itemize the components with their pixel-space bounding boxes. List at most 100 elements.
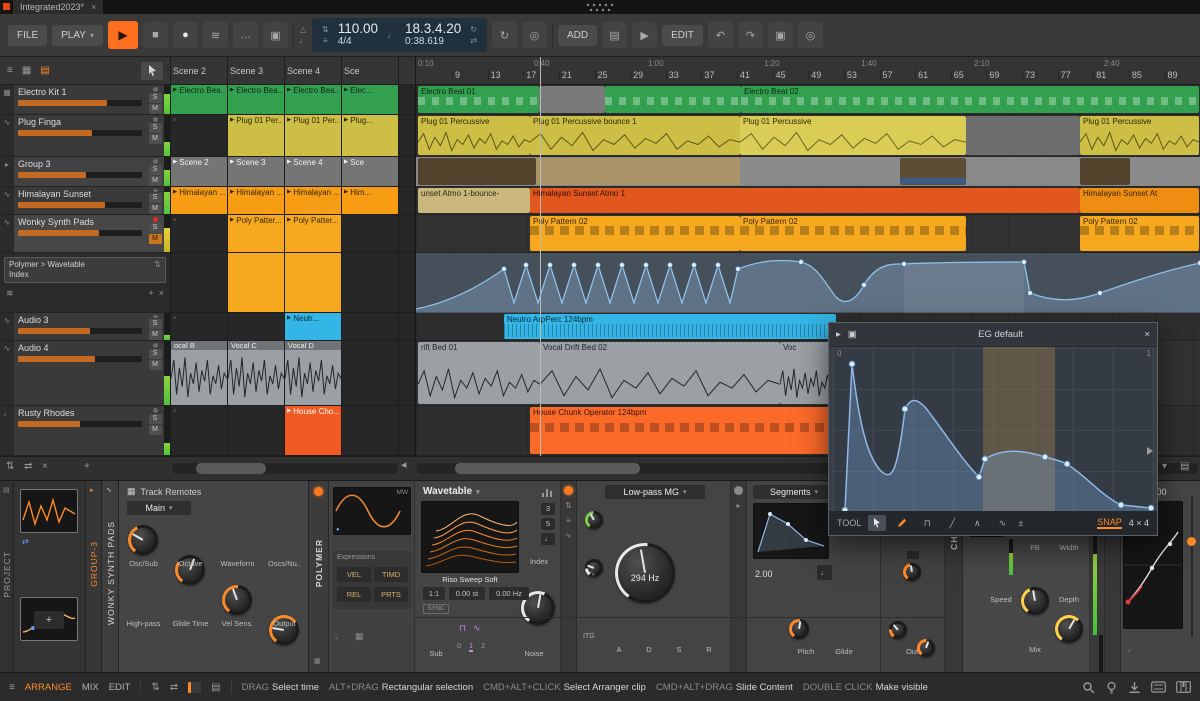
mute-button[interactable]: M [148,234,162,244]
arranger-clip[interactable]: Plug 01 Percussive [418,116,530,155]
clip-slot[interactable]: ▶ Elec... [342,85,399,114]
list-view-icon[interactable]: ▤ [40,65,49,76]
clip-slot-empty[interactable] [342,313,399,340]
stop-slot-icon[interactable]: ■ [173,407,176,415]
clip-slot[interactable]: ▶ House Cho... [285,406,342,455]
arranger-clip[interactable]: Poly Pattern 02 [740,216,966,251]
file-menu-button[interactable]: FILE [8,24,48,46]
hz-value[interactable]: 0.00 Hz [489,587,529,600]
precount-icon[interactable]: ♩ [299,36,307,45]
track-row[interactable]: ▦ Electro Kit 1 S M [0,85,170,115]
grid-icon[interactable]: ▦ [355,631,364,642]
clip-slot[interactable]: ▶ Poly Patter... [228,215,285,252]
clip-slot-empty[interactable] [171,253,228,312]
scroll-follow-icon[interactable]: ⇅ [6,461,14,472]
playhead[interactable] [540,57,541,456]
timeline-ruler[interactable]: 0:10 0:40 1:00 1:20 1:40 2:10 2:40 9 13 17… [416,57,1200,85]
track-name[interactable]: Rusty Rhodes [18,408,142,418]
automation-mode-icon[interactable]: ≋ [6,288,14,299]
project-tab[interactable]: Integrated2023* × [13,0,104,14]
activity-dot[interactable] [152,408,158,413]
arranger-clip[interactable]: Himalayan Sunset Atmo 1 [530,188,1080,213]
dial-mode-button[interactable]: ◎ [797,22,823,48]
arranger-clip-muted[interactable] [539,86,605,113]
stop-slot-icon[interactable]: ■ [173,216,176,224]
solo-button[interactable]: S [148,193,162,203]
clip-play-icon[interactable]: ▶ [287,188,291,197]
drive-knob[interactable] [585,511,603,529]
activity-dot[interactable] [152,315,158,318]
clip-slot-empty[interactable]: ■ [171,406,228,455]
track-volume-slider[interactable] [18,230,142,236]
fb-knob[interactable] [1021,587,1049,615]
automation-param-line1[interactable]: Polymer > Wavetable [9,260,85,270]
expression-timd[interactable]: TIMD [374,567,408,582]
group-strip[interactable]: ▸ GROUP-3 [86,481,102,672]
track-row[interactable]: ∿ Audio 3 S M [0,313,170,341]
track-row[interactable]: ∿ Audio 4 S M [0,341,170,406]
track-name[interactable]: Wonky Synth Pads [18,217,142,227]
detach-icon[interactable]: ▣ [848,329,857,340]
arranger-clip[interactable]: Poly Pattern 02 [1080,216,1199,251]
clip-slot[interactable]: ▶ Him... [342,187,399,214]
dual-view-icon[interactable]: ⇅ [151,682,159,693]
mute-button[interactable]: M [148,425,162,435]
track-volume-slider[interactable] [18,100,142,106]
segments-selector[interactable]: Segments ▾ [753,485,835,499]
scene-header[interactable]: Scene 2 [171,57,228,84]
edit-menu-button[interactable]: EDIT [662,24,703,46]
filter-type-selector[interactable]: Low-pass MG ▾ [605,485,705,499]
play-button[interactable]: ▶ [107,21,138,49]
track-name[interactable]: Plug Finga [18,117,142,127]
group-scene-slot[interactable]: ▶ Scene 2 [171,157,228,186]
segments-rate-knob[interactable] [789,619,809,639]
mute-button[interactable]: M [148,104,162,114]
arranger-clip[interactable]: Electro Beat 01 [418,86,539,113]
filter-power-button[interactable] [564,486,573,495]
eq-gain-handle[interactable] [1187,537,1196,546]
wavetable-display[interactable] [421,501,519,573]
song-time[interactable]: 0:38.619 [405,35,444,48]
close-icon[interactable]: × [1144,329,1150,340]
tempo-value[interactable]: 110.00 [338,22,378,36]
mute-button[interactable]: M [148,360,162,370]
follow-button[interactable]: ▶ [632,22,658,48]
launcher-scroll-thumb[interactable] [196,463,266,474]
param-scroll-icon[interactable]: ⇅ [154,260,161,280]
project-label[interactable]: PROJECT [2,551,12,598]
zoom-menu-icon[interactable]: ▾ [1162,461,1167,472]
clip-slot[interactable]: ▶ Himalayan ... [228,187,285,214]
add-device-button[interactable]: + [34,611,64,629]
arranger-clip[interactable] [605,86,741,113]
grid-view-icon[interactable]: ▦ [22,65,31,76]
activity-dot[interactable] [152,343,158,348]
clip-slot-empty[interactable] [342,341,399,405]
sine-tool[interactable]: ∿ [993,515,1011,531]
clip-play-icon[interactable]: ▶ [173,158,177,167]
remove-lane-icon[interactable]: × [159,288,164,298]
clip-body[interactable] [228,253,285,312]
sub-opt-2[interactable]: 2 [481,641,485,650]
redo-button[interactable]: ↷ [737,22,763,48]
solo-button[interactable]: S [148,165,162,175]
tab-arrange[interactable]: ARRANGE [25,682,72,693]
stop-slot-icon[interactable]: ■ [173,116,176,124]
clip-play-icon[interactable]: ▶ [230,216,234,225]
clip-play-icon[interactable]: ▶ [287,86,291,95]
layout-button[interactable]: ▤ [602,22,628,48]
activity-dot[interactable] [152,189,158,192]
scene-header[interactable]: Sce [342,57,399,84]
track-name[interactable]: Audio 3 [18,315,142,325]
clip-play-icon[interactable]: ▶ [344,158,348,167]
track-row[interactable]: ▸ Group 3 S M [0,157,170,187]
stop-slot-icon[interactable]: ■ [173,314,176,322]
track-name[interactable]: Himalayan Sunset [18,189,142,199]
mute-button[interactable]: M [148,204,162,214]
step-tool[interactable]: ⊓ [918,515,936,531]
snap-label[interactable]: SNAP [1097,517,1122,529]
activity-dot[interactable] [152,159,158,164]
project-strip[interactable]: ▤ PROJECT [0,481,14,672]
group-scene-slot[interactable]: ▶ Sce [342,157,399,186]
loop-icons[interactable]: ↻ ⇄ [470,25,477,45]
scroll-swap-icon[interactable]: ⇄ [24,461,32,472]
